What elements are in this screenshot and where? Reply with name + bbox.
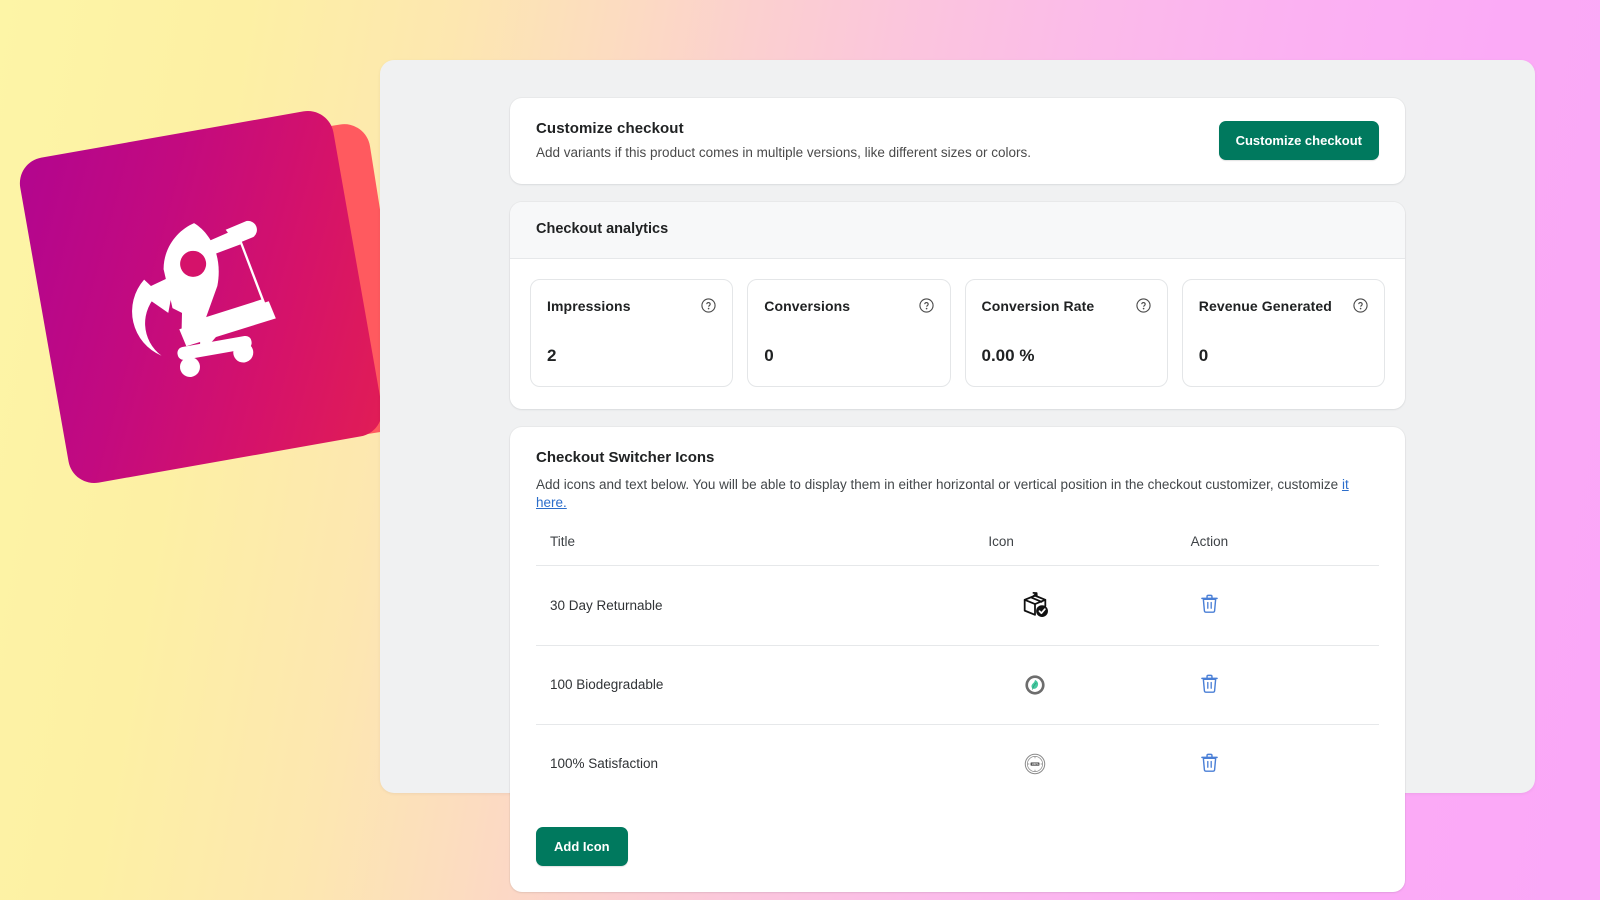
stat-card-conversions: Conversions 0 [747, 279, 950, 387]
row-title: 30 Day Returnable [536, 565, 974, 645]
stat-card-impressions: Impressions 2 [530, 279, 733, 387]
trash-icon[interactable] [1201, 674, 1218, 693]
trash-icon[interactable] [1201, 753, 1218, 772]
stat-value: 0 [1199, 346, 1368, 366]
row-title: 100 Biodegradable [536, 645, 974, 724]
table-row: 100% Satisfaction 100% [536, 724, 1379, 803]
question-circle-icon[interactable] [919, 298, 934, 313]
stat-value: 2 [547, 346, 716, 366]
stat-card-revenue-generated: Revenue Generated 0 [1182, 279, 1385, 387]
switcher-title: Checkout Switcher Icons [536, 449, 1379, 466]
switcher-description-text: Add icons and text below. You will be ab… [536, 477, 1342, 492]
package-return-check-icon [1018, 588, 1052, 622]
stat-header: Conversion Rate [982, 298, 1151, 314]
checkout-analytics-card: Checkout analytics Impressions 2 Convers… [510, 202, 1405, 409]
stat-label: Revenue Generated [1199, 298, 1332, 314]
switcher-icons-table: Title Icon Action 30 Day Returnable [536, 534, 1379, 803]
column-header-title: Title [536, 534, 974, 566]
row-icon-cell: 100% [974, 724, 1176, 803]
switcher-description: Add icons and text below. You will be ab… [536, 476, 1379, 512]
analytics-header-title: Checkout analytics [536, 221, 668, 237]
analytics-stats-row: Impressions 2 Conversions 0 [510, 259, 1405, 409]
stat-header: Conversions [764, 298, 933, 314]
stat-label: Conversions [764, 298, 850, 314]
question-circle-icon[interactable] [1353, 298, 1368, 313]
customize-checkout-text: Customize checkout Add variants if this … [536, 120, 1031, 162]
biodegradable-badge-icon [1018, 668, 1052, 702]
app-logo [20, 120, 420, 500]
row-action-cell [1177, 565, 1379, 645]
stat-header: Impressions [547, 298, 716, 314]
checkout-switcher-icons-card: Checkout Switcher Icons Add icons and te… [510, 427, 1405, 892]
app-content: Customize checkout Add variants if this … [510, 98, 1405, 892]
analytics-header: Checkout analytics [510, 202, 1405, 259]
table-row: 100 Biodegradable [536, 645, 1379, 724]
table-header-row: Title Icon Action [536, 534, 1379, 566]
app-panel: Customize checkout Add variants if this … [380, 60, 1535, 793]
trash-icon[interactable] [1201, 594, 1218, 613]
customize-checkout-subtitle: Add variants if this product comes in mu… [536, 144, 1031, 162]
row-icon-cell [974, 565, 1176, 645]
stat-label: Impressions [547, 298, 631, 314]
column-header-action: Action [1177, 534, 1379, 566]
stat-value: 0 [764, 346, 933, 366]
question-circle-icon[interactable] [701, 298, 716, 313]
satisfaction-100-badge-icon: 100% [1018, 747, 1052, 781]
logo-backdrop-card [70, 120, 415, 473]
logo-front-card [16, 107, 386, 487]
customize-checkout-card: Customize checkout Add variants if this … [510, 98, 1405, 184]
rocket-cart-icon [70, 179, 331, 416]
customize-checkout-button[interactable]: Customize checkout [1219, 121, 1379, 160]
customize-checkout-title: Customize checkout [536, 120, 1031, 137]
row-title: 100% Satisfaction [536, 724, 974, 803]
add-icon-button[interactable]: Add Icon [536, 827, 628, 866]
stat-card-conversion-rate: Conversion Rate 0.00 % [965, 279, 1168, 387]
stat-value: 0.00 % [982, 346, 1151, 366]
row-action-cell [1177, 724, 1379, 803]
question-circle-icon[interactable] [1136, 298, 1151, 313]
svg-text:100%: 100% [1032, 762, 1040, 766]
column-header-icon: Icon [974, 534, 1176, 566]
stat-label: Conversion Rate [982, 298, 1095, 314]
row-icon-cell [974, 645, 1176, 724]
stat-header: Revenue Generated [1199, 298, 1368, 314]
row-action-cell [1177, 645, 1379, 724]
table-row: 30 Day Returnable [536, 565, 1379, 645]
